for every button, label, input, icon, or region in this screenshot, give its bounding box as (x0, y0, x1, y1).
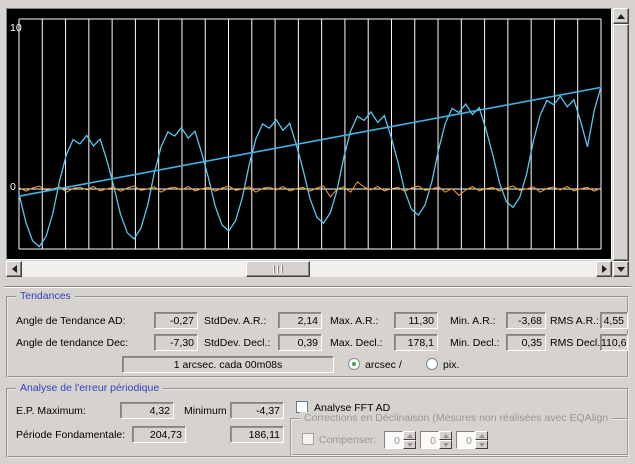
scroll-grip-icon (272, 265, 284, 273)
min-dec-value: 0,35 (521, 337, 542, 349)
minimum-field: -4,37 (230, 402, 284, 419)
ep-maximum-label: E.P. Maximum: (16, 405, 86, 417)
spinner-2-buttons (439, 431, 452, 449)
angle-tendance-ad-field: -0,27 (154, 312, 198, 329)
radio-arcsec-label[interactable]: arcsec / (365, 359, 402, 371)
scroll-up-button[interactable] (613, 8, 629, 24)
compenser-checkbox (302, 433, 314, 445)
chart-vertical-scrollbar (613, 8, 629, 277)
left-arrow-icon (11, 265, 17, 273)
radio-arcsec[interactable] (348, 358, 360, 370)
rms-dec-field: 110,6 (600, 334, 628, 351)
max-ar-field: 11,30 (394, 312, 438, 329)
vertical-scroll-thumb[interactable] (613, 24, 629, 261)
tendances-groupbox: Tendances Angle de Tendance AD: -0,27 St… (6, 290, 629, 378)
y-axis-label-0: 0 (10, 181, 16, 193)
max-ar-value: 11,30 (408, 315, 435, 327)
min-ar-label: Min. A.R.: (450, 315, 496, 327)
minimum-label: Minimum (184, 405, 227, 417)
ep-maximum-field: 4,32 (120, 402, 174, 419)
rms-dec-value: 110,6 (601, 337, 627, 349)
analyse-groupbox: Analyse de l'erreur périodique E.P. Maxi… (6, 382, 629, 458)
minimum-value: -4,37 (256, 405, 280, 417)
periode-fondamentale-value-2: 186,11 (248, 429, 280, 441)
stddev-ar-label: StdDev. A.R.: (204, 315, 267, 327)
spin-up-icon (403, 431, 416, 440)
ep-maximum-value: 4,32 (149, 405, 170, 417)
down-arrow-icon (617, 266, 625, 272)
compenser-label: Compenser: (319, 434, 377, 446)
chart-horizontal-scrollbar (6, 261, 612, 277)
spinner-2-value: 0 (420, 431, 439, 449)
spin-down-icon (403, 440, 416, 449)
y-axis-label-10: 10 (10, 22, 22, 34)
stddev-dec-field: 0,39 (278, 334, 322, 351)
min-ar-field: -3,68 (506, 312, 546, 329)
horizontal-scroll-thumb[interactable] (246, 261, 310, 277)
angle-tendance-dec-value: -7,30 (170, 337, 194, 349)
angle-tendance-dec-label: Angle de tendance Dec: (16, 337, 129, 349)
up-arrow-icon (617, 13, 625, 19)
max-dec-field: 178,1 (394, 334, 438, 351)
rms-ar-label: RMS A.R.: (550, 315, 600, 327)
periode-fondamentale-field-2: 186,11 (230, 426, 284, 443)
spinner-1-value: 0 (384, 431, 403, 449)
periode-fondamentale-field-1: 204,73 (132, 426, 186, 443)
max-ar-label: Max. A.R.: (330, 315, 379, 327)
scale-info-value: 1 arcsec. cada 00m08s (173, 359, 283, 371)
tendances-title: Tendances (16, 290, 75, 302)
spinner-3-value: 0 (456, 431, 475, 449)
compenser-spinner-1: 0 (384, 431, 416, 449)
radio-pix[interactable] (426, 358, 438, 370)
panel-separator (4, 286, 631, 288)
scroll-right-button[interactable] (596, 261, 612, 277)
right-arrow-icon (601, 265, 607, 273)
pe-chart: 10 0 (6, 8, 612, 260)
periode-fondamentale-value-1: 204,73 (149, 429, 182, 441)
eqalign-periodic-error-panel: 10 0 Tendances Angle de Tendance AD: -0,… (0, 0, 635, 464)
rms-ar-value: 4,55 (603, 315, 624, 327)
corrections-title: Corrections en Déclinaison (Mesures non … (300, 412, 613, 424)
stddev-dec-value: 0,39 (297, 337, 318, 349)
scale-info-field: 1 arcsec. cada 00m08s (122, 356, 334, 373)
spin-up-icon (475, 431, 488, 440)
scroll-down-button[interactable] (613, 261, 629, 277)
spin-down-icon (475, 440, 488, 449)
periode-fondamentale-label: Période Fondamentale: (16, 429, 126, 441)
radio-pix-label[interactable]: pix. (443, 359, 459, 371)
ra-periodic-error-line (18, 86, 602, 248)
max-dec-label: Max. Decl.: (330, 337, 383, 349)
pe-chart-plot (18, 18, 602, 250)
max-dec-value: 178,1 (407, 337, 434, 349)
spinner-1-buttons (403, 431, 416, 449)
compenser-spinner-2: 0 (420, 431, 452, 449)
spin-down-icon (439, 440, 452, 449)
stddev-dec-label: StdDev. Decl.: (204, 337, 271, 349)
rms-ar-field: 4,55 (600, 312, 628, 329)
spinner-3-buttons (475, 431, 488, 449)
corrections-groupbox: Corrections en Déclinaison (Mesures non … (290, 412, 629, 456)
stddev-ar-value: 2,14 (297, 315, 318, 327)
min-dec-label: Min. Decl.: (450, 337, 500, 349)
min-dec-field: 0,35 (506, 334, 546, 351)
compenser-spinner-3: 0 (456, 431, 488, 449)
analyse-title: Analyse de l'erreur périodique (16, 382, 164, 394)
stddev-ar-field: 2,14 (278, 312, 322, 329)
ra-trend-line (18, 86, 602, 197)
min-ar-value: -3,68 (518, 315, 542, 327)
angle-tendance-dec-field: -7,30 (154, 334, 198, 351)
angle-tendance-ad-label: Angle de Tendance AD: (16, 315, 126, 327)
rms-dec-label: RMS Decl.: (550, 337, 604, 349)
angle-tendance-ad-value: -0,27 (170, 315, 194, 327)
scroll-left-button[interactable] (6, 261, 22, 277)
spin-up-icon (439, 431, 452, 440)
